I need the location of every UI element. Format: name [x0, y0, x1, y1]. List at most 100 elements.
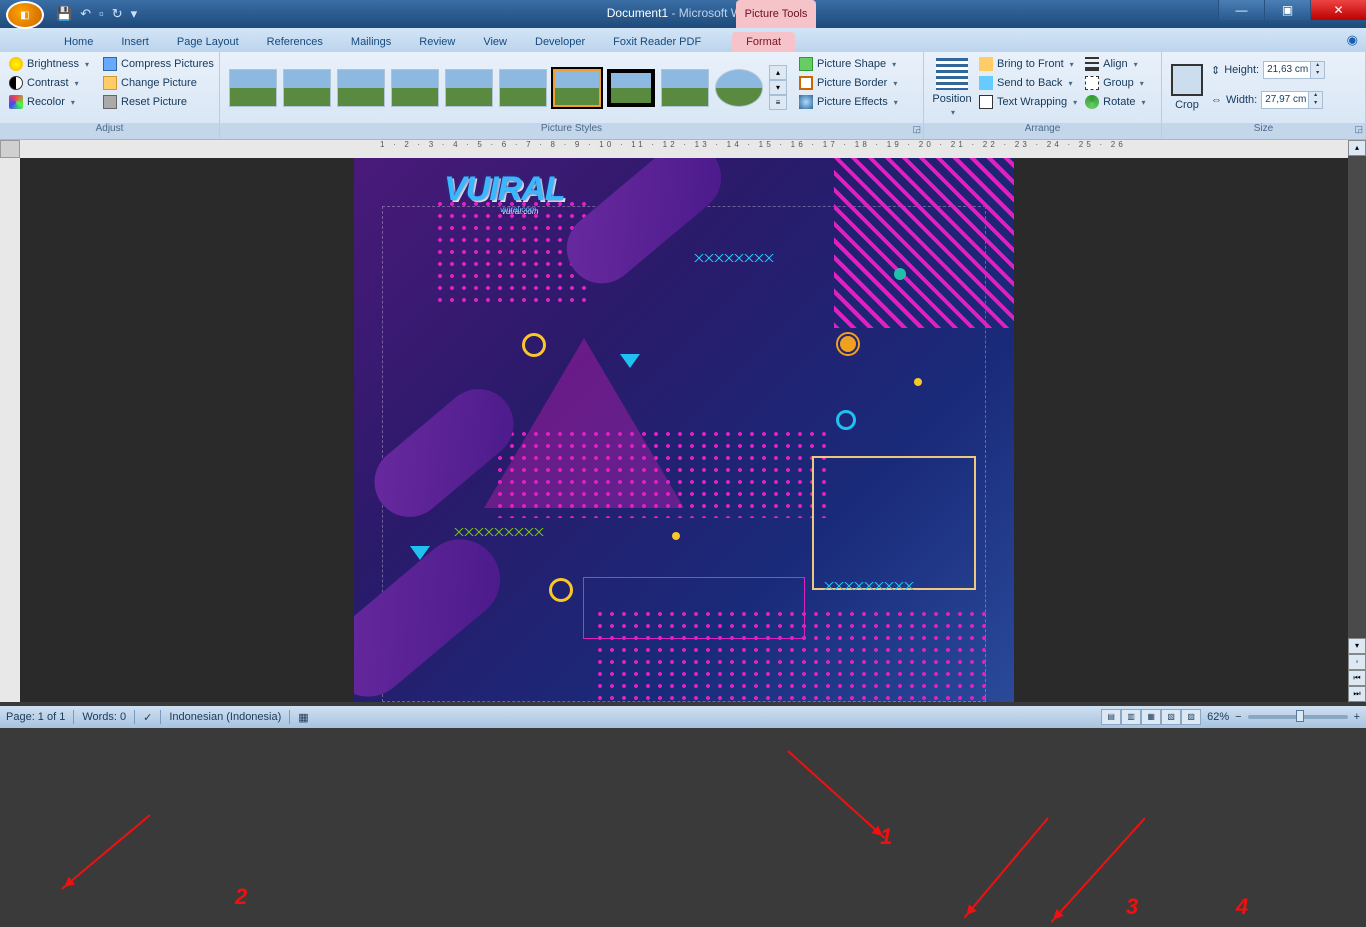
brightness-button[interactable]: Brightness▾: [5, 55, 93, 73]
tab-references[interactable]: References: [253, 32, 337, 52]
reset-picture-button[interactable]: Reset Picture: [99, 93, 218, 111]
style-thumb[interactable]: [391, 69, 439, 107]
send-to-back-button[interactable]: Send to Back▾: [975, 74, 1081, 92]
status-language[interactable]: Indonesian (Indonesia): [169, 711, 281, 723]
style-thumb[interactable]: [229, 69, 277, 107]
tab-foxit[interactable]: Foxit Reader PDF: [599, 32, 715, 52]
group-picture-styles: ▴▾≡ Picture Shape▾ Picture Border▾ Pictu…: [220, 52, 924, 139]
quick-access-toolbar: 💾 ↶ ▫ ↻ ▾: [56, 6, 137, 22]
vertical-ruler[interactable]: [0, 158, 20, 702]
qat-undo-icon[interactable]: ↶: [80, 6, 91, 22]
vertical-scrollbar[interactable]: ▴ ▾ ◦ ⏮ ⏭: [1348, 140, 1366, 702]
view-buttons: ▤ ▥ ▦ ▧ ▨: [1101, 709, 1201, 725]
macro-icon[interactable]: ▦: [298, 711, 308, 724]
annotation-4: 4: [1236, 894, 1248, 920]
group-button[interactable]: Group▾: [1081, 74, 1149, 92]
scroll-down-icon[interactable]: ▾: [1348, 638, 1366, 654]
height-input[interactable]: 21,63 cm▴▾: [1263, 61, 1325, 79]
position-button[interactable]: Position▾: [929, 55, 975, 120]
tab-view[interactable]: View: [469, 32, 521, 52]
maximize-button[interactable]: ▣: [1264, 0, 1310, 20]
compress-pictures-button[interactable]: Compress Pictures: [99, 55, 218, 73]
spellcheck-icon[interactable]: ✓: [143, 711, 152, 724]
contextual-tab-label: Picture Tools: [736, 0, 816, 28]
group-caption-arrange: Arrange: [924, 123, 1161, 139]
document-canvas[interactable]: VUIRALvuiral.com: [20, 158, 1348, 702]
qat-redo-icon[interactable]: ↻: [112, 6, 123, 22]
styles-launcher-icon[interactable]: ◲: [912, 124, 921, 135]
inserted-picture[interactable]: VUIRALvuiral.com: [354, 158, 1014, 702]
height-icon: ⇕: [1211, 64, 1220, 77]
width-input[interactable]: 27,97 cm▴▾: [1261, 91, 1323, 109]
style-thumb-selected[interactable]: [553, 69, 601, 107]
office-button[interactable]: ◧: [6, 1, 44, 29]
zoom-slider[interactable]: [1248, 715, 1348, 719]
ruler-corner[interactable]: [0, 140, 20, 158]
group-arrange: Position▾ Bring to Front▾ Send to Back▾ …: [924, 52, 1162, 139]
group-adjust: Brightness▾ Contrast▾ Recolor▾ Compress …: [0, 52, 220, 139]
help-icon[interactable]: ◉: [1347, 32, 1358, 48]
prev-page-icon[interactable]: ⏮: [1348, 670, 1366, 686]
annotation-2: 2: [235, 884, 247, 910]
view-web-icon[interactable]: ▦: [1141, 709, 1161, 725]
qat-save-icon[interactable]: 💾: [56, 6, 72, 22]
annotation-3: 3: [1126, 894, 1138, 920]
picture-style-gallery[interactable]: ▴▾≡: [225, 55, 791, 120]
qat-new-icon[interactable]: ▫: [99, 6, 104, 22]
size-launcher-icon[interactable]: ◲: [1354, 124, 1363, 135]
width-icon: ⇔: [1211, 94, 1222, 106]
ribbon: Brightness▾ Contrast▾ Recolor▾ Compress …: [0, 52, 1366, 140]
view-outline-icon[interactable]: ▧: [1161, 709, 1181, 725]
text-wrapping-button[interactable]: Text Wrapping▾: [975, 93, 1081, 111]
tab-insert[interactable]: Insert: [107, 32, 163, 52]
group-caption-adjust: Adjust: [0, 123, 219, 139]
picture-shape-button[interactable]: Picture Shape▾: [795, 55, 902, 73]
tab-mailings[interactable]: Mailings: [337, 32, 405, 52]
next-page-icon[interactable]: ⏭: [1348, 686, 1366, 702]
group-size: Crop ⇕ Height: 21,63 cm▴▾ ⇔ Width: 27,97…: [1162, 52, 1366, 139]
crop-button[interactable]: Crop: [1167, 55, 1207, 120]
contrast-button[interactable]: Contrast▾: [5, 74, 93, 92]
group-caption-styles: Picture Styles◲: [220, 123, 923, 139]
scroll-up-icon[interactable]: ▴: [1348, 140, 1366, 156]
ribbon-tabstrip: Home Insert Page Layout References Maili…: [0, 28, 1366, 52]
width-field: ⇔ Width: 27,97 cm▴▾: [1207, 89, 1329, 111]
bring-to-front-button[interactable]: Bring to Front▾: [975, 55, 1081, 73]
group-caption-size: Size◲: [1162, 123, 1365, 139]
zoom-out-icon[interactable]: −: [1235, 711, 1241, 723]
recolor-button[interactable]: Recolor▾: [5, 93, 93, 111]
picture-effects-button[interactable]: Picture Effects▾: [795, 93, 902, 111]
zoom-in-icon[interactable]: +: [1354, 711, 1360, 723]
align-button[interactable]: Align▾: [1081, 55, 1149, 73]
annotation-1: 1: [880, 824, 892, 850]
zoom-level[interactable]: 62%: [1207, 711, 1229, 723]
view-draft-icon[interactable]: ▨: [1181, 709, 1201, 725]
picture-border-button[interactable]: Picture Border▾: [795, 74, 902, 92]
gallery-scroll[interactable]: ▴▾≡: [769, 65, 787, 110]
view-fullscreen-icon[interactable]: ▥: [1121, 709, 1141, 725]
tab-home[interactable]: Home: [50, 32, 107, 52]
style-thumb[interactable]: [715, 69, 763, 107]
style-thumb[interactable]: [661, 69, 709, 107]
tab-page-layout[interactable]: Page Layout: [163, 32, 253, 52]
style-thumb[interactable]: [607, 69, 655, 107]
tab-developer[interactable]: Developer: [521, 32, 599, 52]
style-thumb[interactable]: [445, 69, 493, 107]
tab-review[interactable]: Review: [405, 32, 469, 52]
close-button[interactable]: ✕: [1310, 0, 1366, 20]
style-thumb[interactable]: [499, 69, 547, 107]
style-thumb[interactable]: [337, 69, 385, 107]
status-page[interactable]: Page: 1 of 1: [6, 711, 65, 723]
status-words[interactable]: Words: 0: [82, 711, 126, 723]
qat-dropdown-icon[interactable]: ▾: [131, 6, 138, 22]
minimize-button[interactable]: —: [1218, 0, 1264, 20]
statusbar: Page: 1 of 1 Words: 0 ✓ Indonesian (Indo…: [0, 706, 1366, 728]
view-print-layout-icon[interactable]: ▤: [1101, 709, 1121, 725]
change-picture-button[interactable]: Change Picture: [99, 74, 218, 92]
tab-format[interactable]: Format: [732, 32, 795, 52]
browse-object-icon[interactable]: ◦: [1348, 654, 1366, 670]
horizontal-ruler[interactable]: 1 · 2 · 3 · 4 · 5 · 6 · 7 · 8 · 9 · 10 ·…: [20, 140, 1348, 158]
rotate-button[interactable]: Rotate▾: [1081, 93, 1149, 111]
style-thumb[interactable]: [283, 69, 331, 107]
document-area: 1 · 2 · 3 · 4 · 5 · 6 · 7 · 8 · 9 · 10 ·…: [0, 140, 1366, 702]
